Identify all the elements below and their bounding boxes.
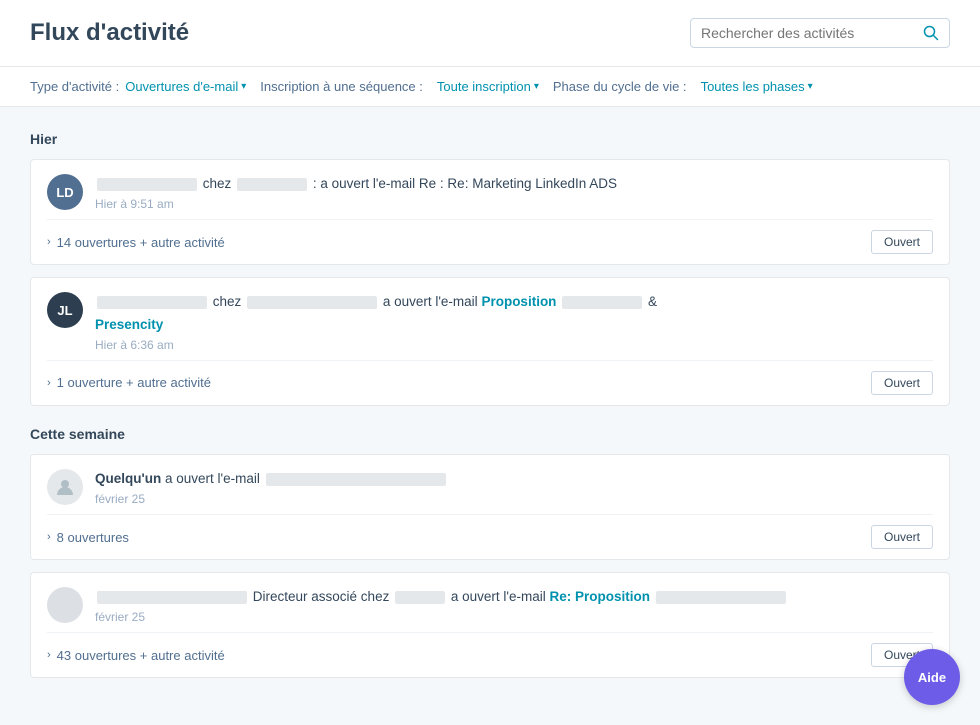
expand-label-anon: 8 ouvertures [57, 530, 129, 545]
avatar-ld: LD [47, 174, 83, 210]
section-cette-semaine: Cette semaine [30, 426, 950, 442]
page-header: Flux d'activité [0, 0, 980, 67]
expand-chevron-dir: › [47, 649, 51, 661]
lifecycle-chevron: ▾ [808, 81, 813, 92]
activity-text-anon: Quelqu'un a ouvert l'e-mail [95, 469, 933, 489]
sequence-label: Inscription à une séquence : [260, 79, 423, 94]
activity-type-label: Type d'activité : [30, 79, 119, 94]
card-footer-dir: › 43 ouvertures + autre activité Ouvert [47, 632, 933, 677]
open-btn-anon[interactable]: Ouvert [871, 525, 933, 549]
activity-type-chevron: ▾ [241, 81, 246, 92]
card-footer-ld: › 14 ouvertures + autre activité Ouvert [47, 219, 933, 264]
open-btn-jl[interactable]: Ouvert [871, 371, 933, 395]
activity-type-value: Ouvertures d'e-mail [125, 79, 238, 94]
anon-person-label: Quelqu'un [95, 471, 161, 486]
avatar-dir [47, 587, 83, 623]
email-highlight-jl: Proposition [481, 294, 556, 309]
section-hier: Hier [30, 131, 950, 147]
aide-label: Aide [918, 670, 946, 685]
secondary-name-jl: Presencity [95, 315, 933, 335]
content-area: Hier LD chez : a ouvert l'e-mail Re : Re… [0, 107, 980, 710]
open-btn-ld[interactable]: Ouvert [871, 230, 933, 254]
activity-text-jl: chez a ouvert l'e-mail Proposition & [95, 292, 933, 312]
card-body-ld: chez : a ouvert l'e-mail Re : Re: Market… [95, 174, 933, 211]
card-body-dir: Directeur associé chez a ouvert l'e-mail… [95, 587, 933, 624]
activity-card-anon: Quelqu'un a ouvert l'e-mail février 25 ›… [30, 454, 950, 560]
card-footer-anon: › 8 ouvertures Ouvert [47, 514, 933, 559]
person-redacted-ld [97, 178, 197, 191]
expand-row-jl[interactable]: › 1 ouverture + autre activité [47, 375, 211, 390]
filters-bar: Type d'activité : Ouvertures d'e-mail ▾ … [0, 67, 980, 107]
company-redacted-jl [247, 296, 377, 309]
sequence-dropdown[interactable]: Toute inscription ▾ [437, 79, 539, 94]
lifecycle-value: Toutes les phases [701, 79, 805, 94]
expand-chevron-jl: › [47, 377, 51, 389]
search-button[interactable] [923, 25, 939, 41]
aide-button[interactable]: Aide [904, 649, 960, 705]
expand-label-dir: 43 ouvertures + autre activité [57, 648, 225, 663]
company-redacted-dir [395, 591, 445, 604]
sequence-value: Toute inscription [437, 79, 531, 94]
lifecycle-label: Phase du cycle de vie : [553, 79, 687, 94]
activity-text-ld: chez : a ouvert l'e-mail Re : Re: Market… [95, 174, 933, 194]
email-highlight-dir: Re: Proposition [549, 589, 650, 604]
timestamp-anon: février 25 [95, 492, 933, 506]
email-redacted-anon [266, 473, 446, 486]
expand-row-ld[interactable]: › 14 ouvertures + autre activité [47, 235, 225, 250]
activity-card-dir: Directeur associé chez a ouvert l'e-mail… [30, 572, 950, 678]
timestamp-dir: février 25 [95, 610, 933, 624]
person-redacted-dir [97, 591, 247, 604]
expand-row-dir[interactable]: › 43 ouvertures + autre activité [47, 648, 225, 663]
activity-card-ld: LD chez : a ouvert l'e-mail Re : Re: Mar… [30, 159, 950, 265]
search-input[interactable] [701, 25, 923, 41]
timestamp-ld: Hier à 9:51 am [95, 197, 933, 211]
person-redacted-jl [97, 296, 207, 309]
company-redacted-ld [237, 178, 307, 191]
activity-type-dropdown[interactable]: Ouvertures d'e-mail ▾ [125, 79, 246, 94]
expand-chevron-anon: › [47, 531, 51, 543]
expand-label-jl: 1 ouverture + autre activité [57, 375, 211, 390]
card-body-anon: Quelqu'un a ouvert l'e-mail février 25 [95, 469, 933, 506]
activity-card-jl: JL chez a ouvert l'e-mail Proposition & … [30, 277, 950, 406]
card-body-jl: chez a ouvert l'e-mail Proposition & Pre… [95, 292, 933, 352]
activity-text-dir: Directeur associé chez a ouvert l'e-mail… [95, 587, 933, 607]
search-container [690, 18, 950, 48]
expand-chevron-ld: › [47, 236, 51, 248]
lifecycle-dropdown[interactable]: Toutes les phases ▾ [701, 79, 813, 94]
sequence-chevron: ▾ [534, 81, 539, 92]
avatar-anon [47, 469, 83, 505]
avatar-jl: JL [47, 292, 83, 328]
expand-label-ld: 14 ouvertures + autre activité [57, 235, 225, 250]
timestamp-jl: Hier à 6:36 am [95, 338, 933, 352]
card-footer-jl: › 1 ouverture + autre activité Ouvert [47, 360, 933, 405]
expand-row-anon[interactable]: › 8 ouvertures [47, 530, 129, 545]
email-redacted-dir [656, 591, 786, 604]
email-suffix-jl [562, 296, 642, 309]
page-title: Flux d'activité [30, 19, 189, 47]
